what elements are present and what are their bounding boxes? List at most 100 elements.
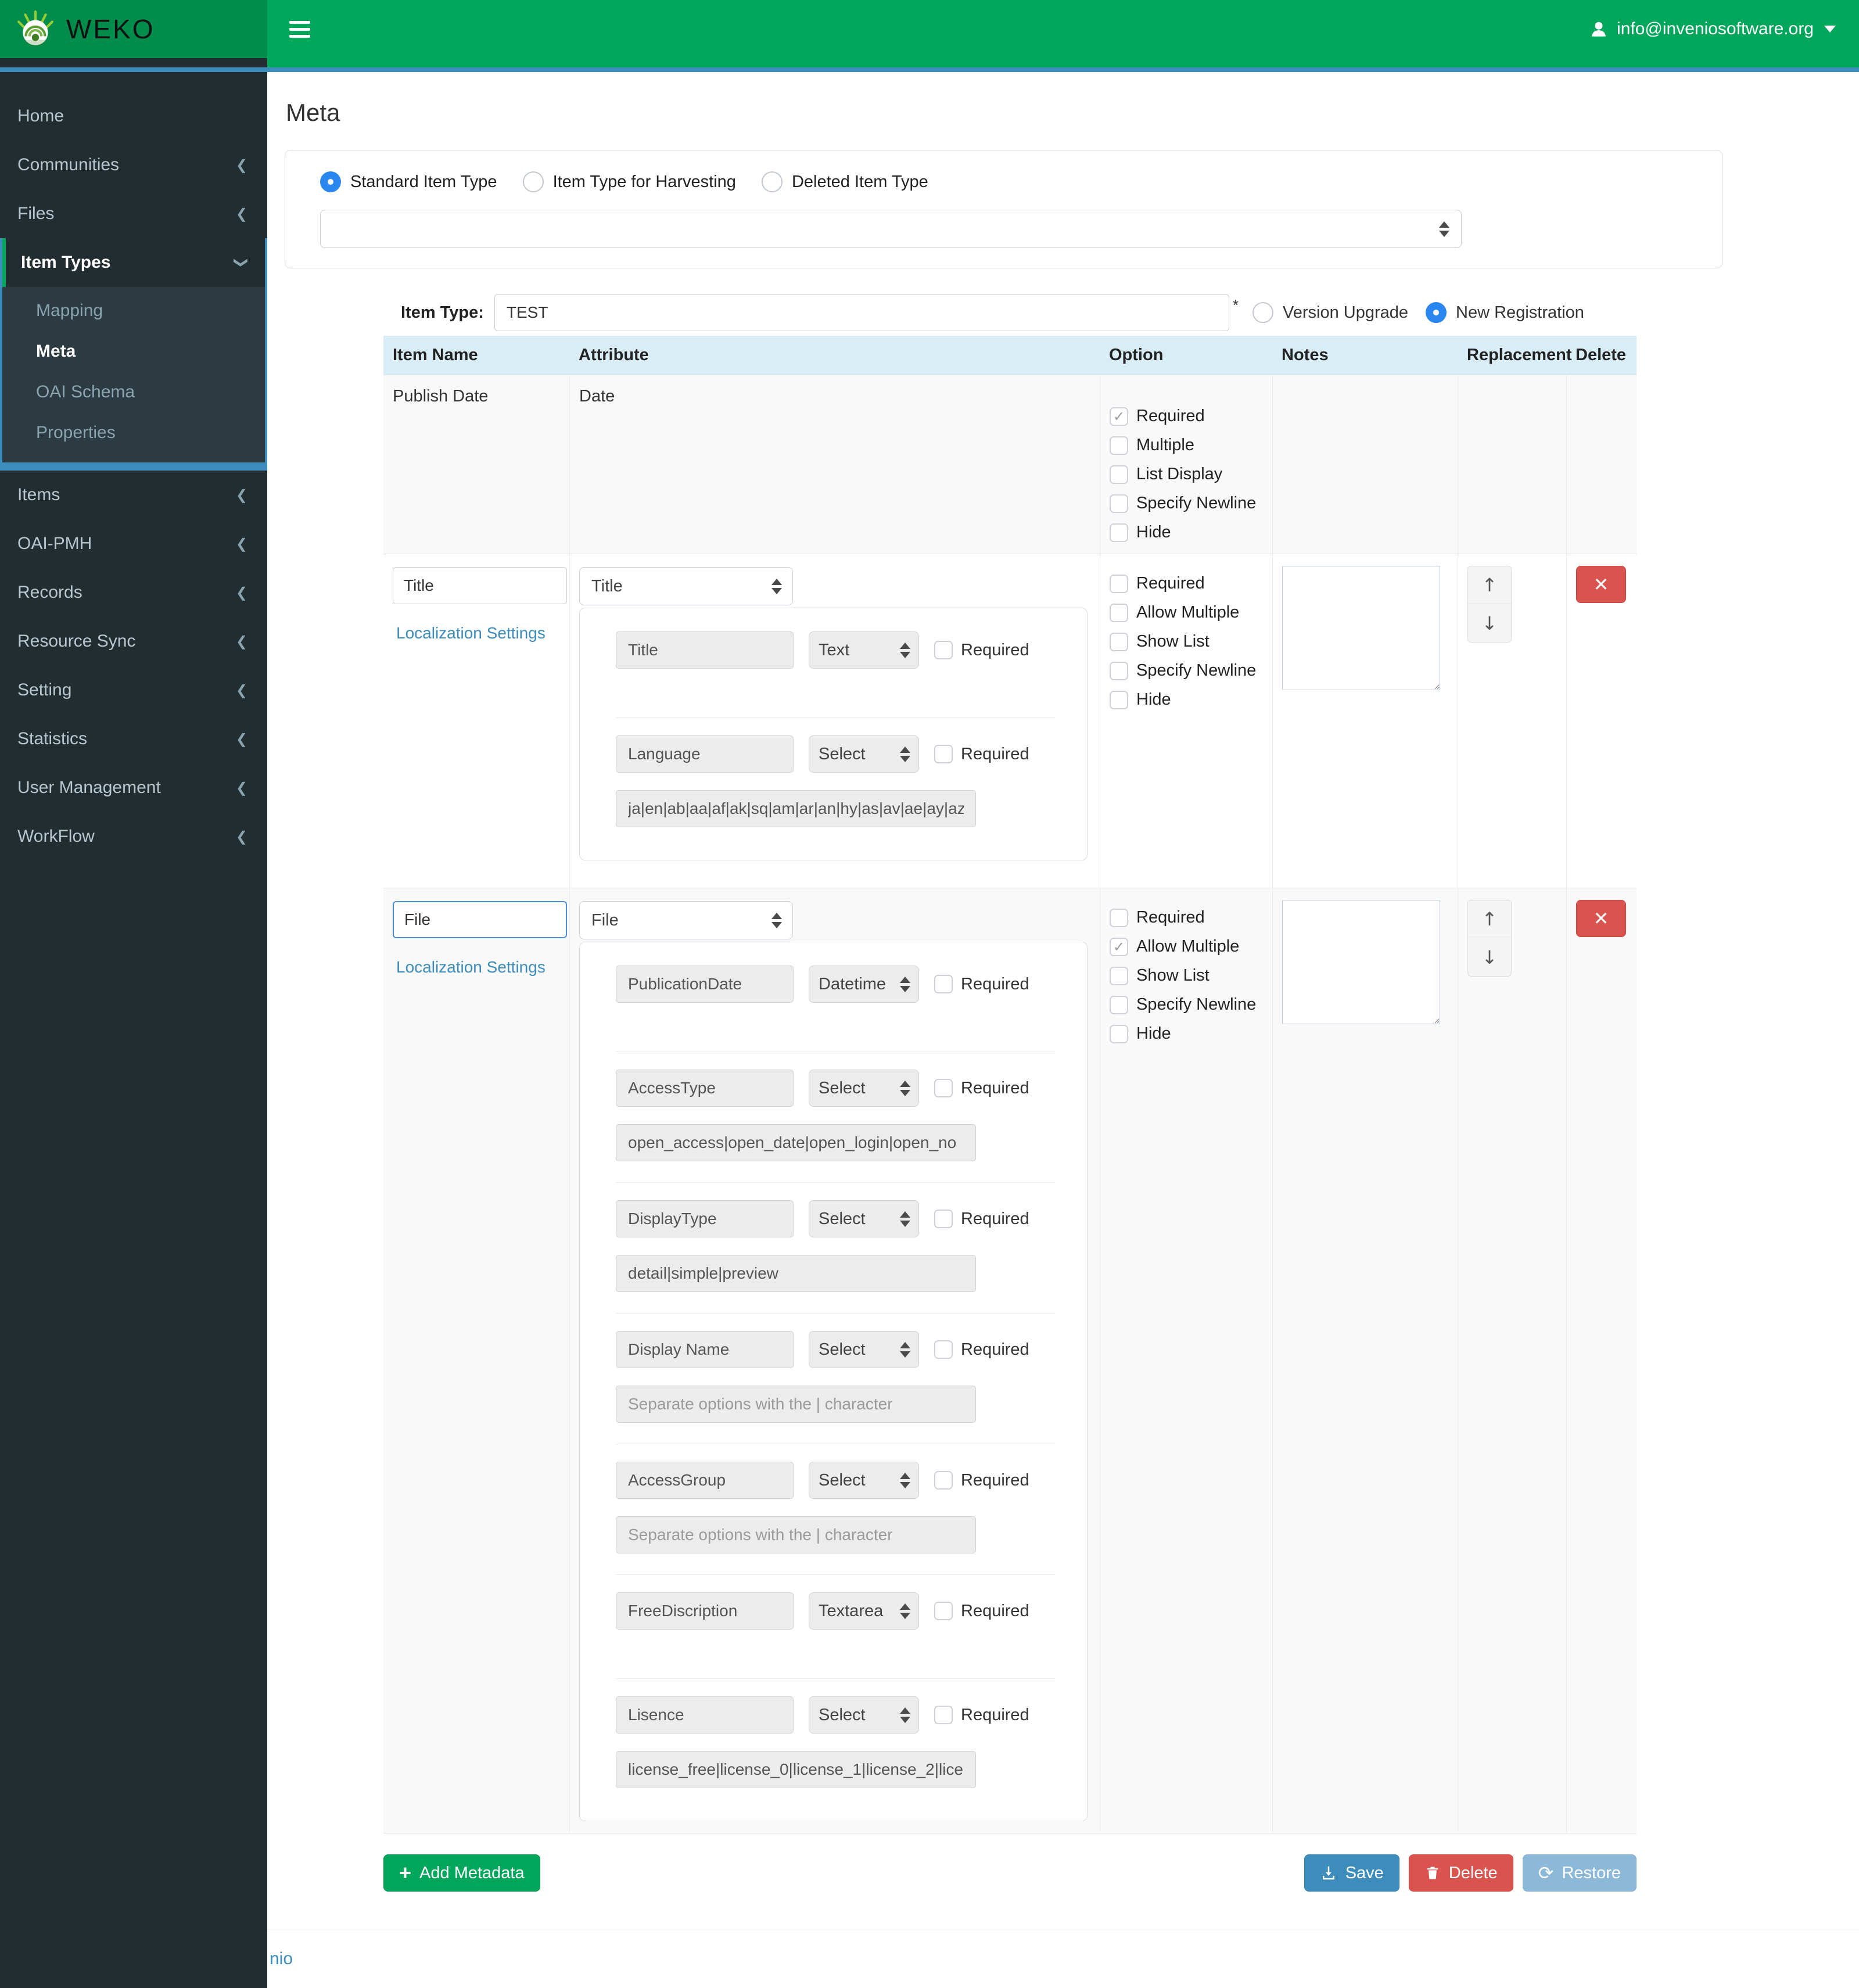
sidebar-item-user-management[interactable]: User Management ❮ <box>0 763 267 812</box>
move-down-button[interactable]: ↓ <box>1467 938 1512 977</box>
option-show-list[interactable]: Show List <box>1110 966 1263 985</box>
field-name-input[interactable] <box>616 735 794 773</box>
field-options-input[interactable] <box>616 1124 976 1161</box>
radio-version-upgrade[interactable]: Version Upgrade <box>1253 302 1408 323</box>
option-required[interactable]: Required <box>1110 407 1263 426</box>
brand-logo[interactable]: WEKO <box>0 0 267 58</box>
attribute-select-title[interactable]: Title <box>579 567 793 605</box>
option-multiple[interactable]: Multiple <box>1110 436 1263 455</box>
option-allow-multiple[interactable]: Allow Multiple <box>1110 603 1263 622</box>
radio-item-type-for-harvesting[interactable]: Item Type for Harvesting <box>522 171 736 192</box>
option-specify-newline[interactable]: Specify Newline <box>1110 995 1263 1014</box>
field-required-checkbox[interactable]: Required <box>934 745 1029 764</box>
field-name-input[interactable] <box>616 1200 794 1237</box>
option-hide[interactable]: Hide <box>1110 1024 1263 1043</box>
checkbox-checked-icon <box>1110 407 1128 426</box>
field-required-checkbox[interactable]: Required <box>934 1340 1029 1359</box>
field-type-select[interactable]: Select <box>809 1200 919 1237</box>
restore-button[interactable]: ⟳ Restore <box>1522 1854 1637 1892</box>
move-up-button[interactable]: ↑ <box>1467 900 1512 938</box>
sidebar-subitem-oai-schema[interactable]: OAI Schema <box>2 372 265 412</box>
delete-row-button[interactable]: ✕ <box>1576 900 1626 937</box>
field-name-input[interactable] <box>616 1331 794 1368</box>
option-specify-newline[interactable]: Specify Newline <box>1110 494 1263 513</box>
sidebar-item-items[interactable]: Items ❮ <box>0 471 267 519</box>
sidebar-item-files[interactable]: Files ❮ <box>0 189 267 238</box>
option-show-list[interactable]: Show List <box>1110 632 1263 651</box>
sidebar-item-home[interactable]: Home <box>0 92 267 141</box>
attribute-select-file[interactable]: File <box>579 901 793 939</box>
sidebar-item-setting[interactable]: Setting ❮ <box>0 666 267 715</box>
field-name-input[interactable] <box>616 1070 794 1107</box>
radio-dot-icon <box>761 171 783 192</box>
sidebar-item-statistics[interactable]: Statistics ❮ <box>0 715 267 763</box>
localization-settings-link[interactable]: Localization Settings <box>396 958 546 977</box>
field-name-input[interactable] <box>616 966 794 1003</box>
sidebar-toggle-icon[interactable] <box>289 19 313 40</box>
field-type-select[interactable]: Select <box>809 1331 919 1368</box>
sidebar-item-item-types[interactable]: Item Types ❮ <box>2 238 265 287</box>
option-hide[interactable]: Hide <box>1110 523 1263 542</box>
sidebar-subitem-properties[interactable]: Properties <box>2 412 265 453</box>
field-required-checkbox[interactable]: Required <box>934 1210 1029 1229</box>
move-down-button[interactable]: ↓ <box>1467 604 1512 643</box>
item-type-name-input[interactable] <box>494 294 1229 331</box>
field-type-select[interactable]: Select <box>809 1070 919 1107</box>
item-type-list-select[interactable] <box>320 210 1462 248</box>
field-name-input[interactable] <box>616 1462 794 1499</box>
field-required-checkbox[interactable]: Required <box>934 1471 1029 1490</box>
sidebar-item-workflow[interactable]: WorkFlow ❮ <box>0 812 267 861</box>
user-menu[interactable]: info@inveniosoftware.org <box>1589 19 1836 39</box>
item-name-input-title[interactable] <box>393 567 567 604</box>
option-hide[interactable]: Hide <box>1110 690 1263 709</box>
field-required-checkbox[interactable]: Required <box>934 641 1029 660</box>
field-options-input[interactable] <box>616 1751 976 1788</box>
field-type-select[interactable]: Textarea <box>809 1592 919 1630</box>
notes-textarea[interactable] <box>1282 566 1440 690</box>
sidebar-nav: Home Communities ❮ Files ❮ Item Types ❮ … <box>0 72 267 1988</box>
field-type-select[interactable]: Datetime <box>809 966 919 1003</box>
option-specify-newline[interactable]: Specify Newline <box>1110 661 1263 680</box>
weko-logo-icon <box>17 10 53 47</box>
field-name-input[interactable] <box>616 1592 794 1630</box>
option-allow-multiple[interactable]: Allow Multiple <box>1110 937 1263 956</box>
notes-textarea[interactable] <box>1282 900 1440 1024</box>
delete-row-button[interactable]: ✕ <box>1576 566 1626 603</box>
delete-button[interactable]: Delete <box>1408 1854 1513 1892</box>
field-required-checkbox[interactable]: Required <box>934 1079 1029 1098</box>
field-type-select[interactable]: Text <box>809 631 919 669</box>
field-type-select[interactable]: Select <box>809 735 919 773</box>
radio-standard-item-type[interactable]: Standard Item Type <box>320 171 497 192</box>
sidebar-item-communities[interactable]: Communities ❮ <box>0 141 267 189</box>
sidebar-item-oai-pmh[interactable]: OAI-PMH ❮ <box>0 519 267 568</box>
checkbox-icon <box>934 1079 953 1097</box>
field-name-input[interactable] <box>616 1696 794 1734</box>
field-type-select[interactable]: Select <box>809 1696 919 1734</box>
field-required-checkbox[interactable]: Required <box>934 1706 1029 1725</box>
field-type-select[interactable]: Select <box>809 1462 919 1499</box>
option-list-display[interactable]: List Display <box>1110 465 1263 484</box>
option-required[interactable]: Required <box>1110 574 1263 593</box>
field-options-input[interactable] <box>616 1386 976 1423</box>
save-button[interactable]: Save <box>1304 1854 1399 1892</box>
field-required-checkbox[interactable]: Required <box>934 975 1029 994</box>
sidebar-subitem-mapping[interactable]: Mapping <box>2 290 265 331</box>
add-metadata-button[interactable]: + Add Metadata <box>383 1854 540 1892</box>
sidebar-item-records[interactable]: Records ❮ <box>0 568 267 617</box>
radio-deleted-item-type[interactable]: Deleted Item Type <box>761 171 928 192</box>
option-required[interactable]: Required <box>1110 908 1263 927</box>
item-name-input-file[interactable] <box>393 901 567 938</box>
sidebar-item-resource-sync[interactable]: Resource Sync ❮ <box>0 617 267 666</box>
move-up-button[interactable]: ↑ <box>1467 566 1512 604</box>
top-navbar: WEKO info@inveniosoftware.org <box>0 0 1859 67</box>
field-options-input[interactable] <box>616 1516 976 1553</box>
field-required-checkbox[interactable]: Required <box>934 1602 1029 1621</box>
footer-link[interactable]: nio <box>270 1949 293 1969</box>
localization-settings-link[interactable]: Localization Settings <box>396 624 546 643</box>
radio-new-registration[interactable]: New Registration <box>1426 302 1584 323</box>
attribute-detail-panel: Datetime Required <box>579 942 1088 1821</box>
field-name-input[interactable] <box>616 631 794 669</box>
field-options-input[interactable] <box>616 1255 976 1292</box>
sidebar-subitem-meta[interactable]: Meta <box>2 331 265 372</box>
field-options-input[interactable] <box>616 790 976 827</box>
